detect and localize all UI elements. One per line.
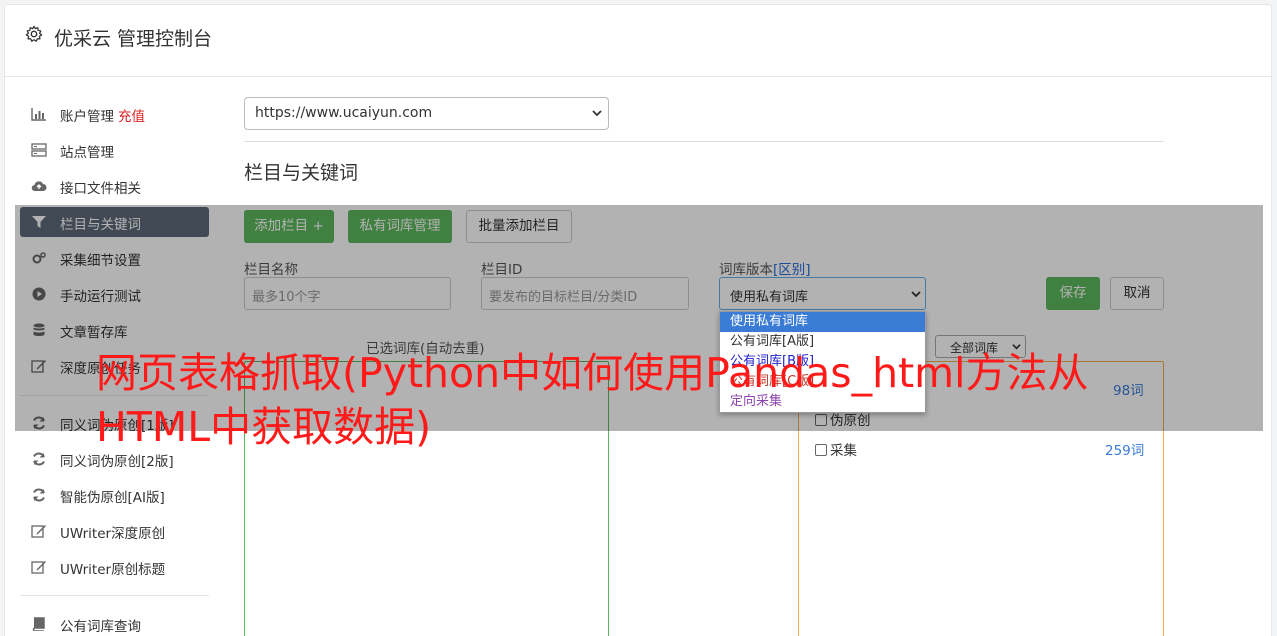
divider (244, 141, 1164, 142)
sidebar-item-sites[interactable]: 站点管理 (20, 135, 209, 165)
refresh-icon (33, 452, 45, 466)
page-title: 优采云 管理控制台 (54, 28, 213, 50)
sidebar-item-api-files[interactable]: 接口文件相关 (20, 171, 209, 201)
edit-icon (31, 525, 46, 538)
server-icon (31, 143, 47, 157)
gear-icon (25, 25, 43, 42)
book-icon (32, 617, 45, 631)
page-header: 优采云 管理控制台 (5, 5, 1271, 77)
edit-icon (31, 561, 46, 574)
sidebar-item-public-lib-query[interactable]: 公有词库查询 (20, 609, 209, 636)
sidebar-item-uwriter-title[interactable]: UWriter原创标题 (20, 552, 209, 582)
chevron-down-icon (592, 110, 602, 117)
refresh-icon (33, 488, 45, 502)
recharge-link[interactable]: 充值 (118, 109, 145, 125)
sidebar-item-label: 智能伪原创[AI版] (60, 490, 165, 506)
sidebar-item-label: 账户管理 (60, 109, 114, 125)
cloud-upload-icon (31, 181, 47, 192)
sidebar-item-label: UWriter原创标题 (60, 562, 166, 578)
sidebar-divider (20, 595, 209, 596)
bar-chart-icon (31, 108, 46, 121)
section-title: 栏目与关键词 (244, 162, 359, 184)
sidebar-item-label: 站点管理 (60, 145, 114, 161)
sidebar-item-ai-rewrite[interactable]: 智能伪原创[AI版] (20, 480, 209, 510)
sidebar-item-label: 接口文件相关 (60, 181, 141, 197)
site-select[interactable]: https://www.ucaiyun.com (244, 97, 609, 130)
sidebar-item-account[interactable]: 账户管理 充值 (20, 99, 209, 129)
sidebar-item-label: UWriter深度原创 (60, 526, 166, 542)
sidebar-item-label: 公有词库查询 (60, 619, 141, 635)
watermark-title: 网页表格抓取(Python中如何使用Pandas_html方法从HTML中获取数… (96, 349, 1089, 451)
sidebar-item-uwriter-deep[interactable]: UWriter深度原创 (20, 516, 209, 546)
dropdown-option[interactable]: 使用私有词库 (720, 312, 925, 332)
